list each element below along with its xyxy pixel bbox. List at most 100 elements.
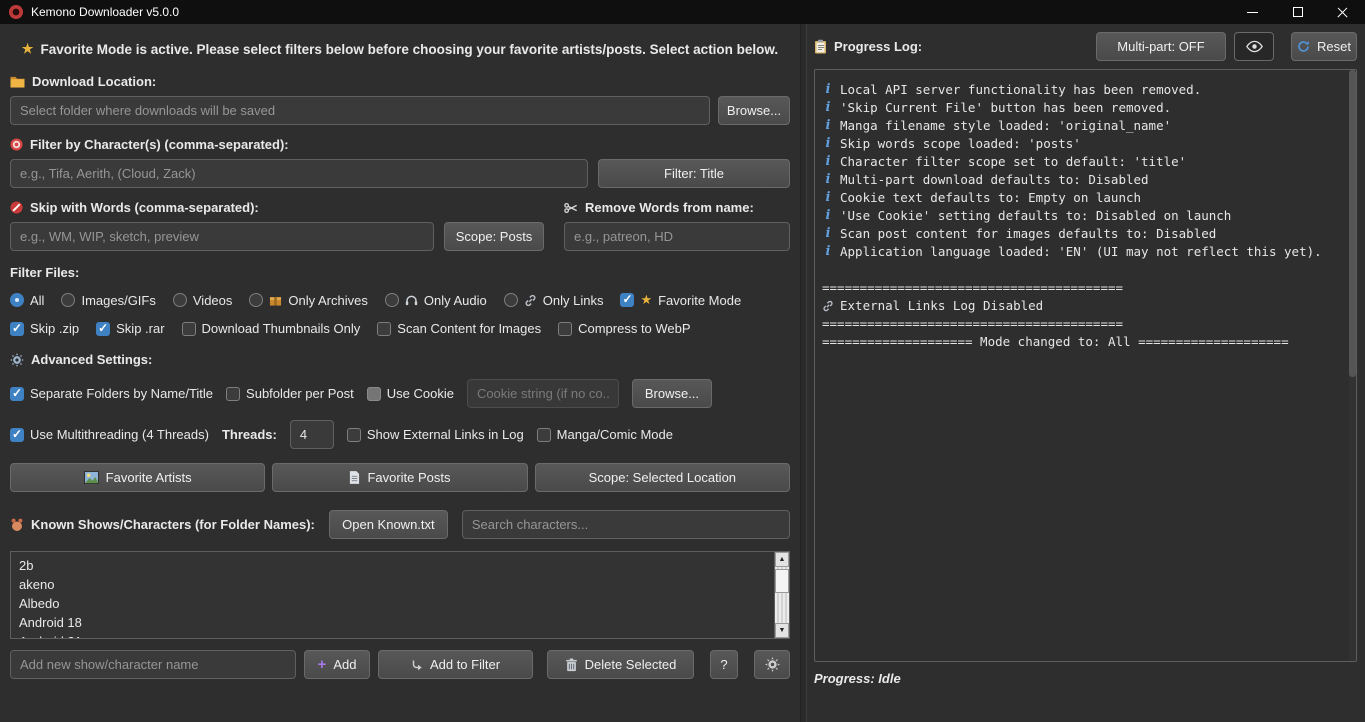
radio-only-archives[interactable]: Only Archives bbox=[249, 293, 367, 308]
log-line: i'Skip Current File' button has been rem… bbox=[822, 99, 1349, 117]
log-line: iLocal API server functionality has been… bbox=[822, 81, 1349, 99]
checkbox-icon bbox=[537, 428, 551, 442]
favorite-posts-button[interactable]: Favorite Posts bbox=[272, 463, 527, 492]
character-filter-scope-button[interactable]: Filter: Title bbox=[598, 159, 790, 188]
character-filter-input[interactable] bbox=[10, 159, 588, 188]
log-scroll-thumb[interactable] bbox=[1349, 70, 1356, 377]
minimize-button[interactable] bbox=[1230, 0, 1275, 24]
checkbox-show-external-links[interactable]: Show External Links in Log bbox=[347, 427, 524, 442]
list-item[interactable]: 2b bbox=[19, 556, 774, 575]
list-item[interactable]: Android 21 bbox=[19, 632, 774, 638]
advanced-settings-label: Advanced Settings: bbox=[10, 352, 790, 367]
list-item[interactable]: Albedo bbox=[19, 594, 774, 613]
checkbox-icon bbox=[558, 322, 572, 336]
checkbox-manga-mode[interactable]: Manga/Comic Mode bbox=[537, 427, 673, 442]
link-icon bbox=[524, 294, 537, 307]
arrow-down-right-icon bbox=[411, 659, 423, 671]
search-characters-input[interactable] bbox=[462, 510, 790, 539]
radio-icon bbox=[173, 293, 187, 307]
restore-button[interactable] bbox=[1275, 0, 1320, 24]
scope-selected-location-button[interactable]: Scope: Selected Location bbox=[535, 463, 790, 492]
clipboard-icon bbox=[814, 39, 827, 54]
log-line: iApplication language loaded: 'EN' (UI m… bbox=[822, 243, 1349, 261]
open-known-txt-button[interactable]: Open Known.txt bbox=[329, 510, 448, 539]
checkbox-skip-zip[interactable]: Skip .zip bbox=[10, 321, 79, 336]
radio-images-gifs[interactable]: Images/GIFs bbox=[61, 293, 155, 308]
list-item[interactable]: akeno bbox=[19, 575, 774, 594]
threads-input[interactable] bbox=[290, 420, 334, 449]
character-filter-icon bbox=[10, 138, 23, 151]
add-to-filter-button[interactable]: Add to Filter bbox=[378, 650, 533, 679]
add-button[interactable]: + Add bbox=[304, 650, 370, 679]
scroll-down-icon[interactable]: ▼ bbox=[775, 623, 789, 638]
checkbox-separate-folders[interactable]: Separate Folders by Name/Title bbox=[10, 386, 213, 401]
checkbox-icon bbox=[367, 387, 381, 401]
log-line: iCharacter filter scope set to default: … bbox=[822, 153, 1349, 171]
app-icon bbox=[9, 5, 23, 19]
download-location-input[interactable] bbox=[10, 96, 710, 125]
checkbox-use-multithreading[interactable]: Use Multithreading (4 Threads) bbox=[10, 427, 209, 442]
radio-only-audio[interactable]: Only Audio bbox=[385, 293, 487, 308]
browse-cookie-button[interactable]: Browse... bbox=[632, 379, 712, 408]
info-icon: i bbox=[822, 243, 834, 261]
radio-icon bbox=[249, 293, 263, 307]
log-scrollbar[interactable] bbox=[1349, 70, 1356, 661]
close-button[interactable] bbox=[1320, 0, 1365, 24]
checkbox-icon bbox=[10, 387, 24, 401]
radio-icon bbox=[10, 293, 24, 307]
info-icon: i bbox=[822, 99, 834, 117]
checkbox-icon bbox=[377, 322, 391, 336]
radio-only-links[interactable]: Only Links bbox=[504, 293, 604, 308]
favorite-artists-button[interactable]: Favorite Artists bbox=[10, 463, 265, 492]
checkbox-download-thumbnails[interactable]: Download Thumbnails Only bbox=[182, 321, 361, 336]
checkbox-skip-rar[interactable]: Skip .rar bbox=[96, 321, 164, 336]
settings-panel: ★ Favorite Mode is active. Please select… bbox=[0, 24, 800, 722]
skip-scope-button[interactable]: Scope: Posts bbox=[444, 222, 544, 251]
scroll-thumb[interactable] bbox=[775, 569, 789, 593]
list-scrollbar[interactable]: ▲ ▼ bbox=[774, 552, 789, 638]
star-icon: ★ bbox=[22, 41, 34, 57]
checkbox-icon bbox=[226, 387, 240, 401]
folder-icon bbox=[10, 75, 25, 88]
checkbox-icon bbox=[10, 322, 24, 336]
delete-selected-button[interactable]: Delete Selected bbox=[547, 650, 694, 679]
checkbox-subfolder-per-post[interactable]: Subfolder per Post bbox=[226, 386, 354, 401]
settings-button[interactable] bbox=[754, 650, 790, 679]
checkbox-use-cookie[interactable]: Use Cookie bbox=[367, 386, 454, 401]
radio-all[interactable]: All bbox=[10, 293, 44, 308]
progress-panel: Progress Log: Multi-part: OFF Reset iLoc… bbox=[807, 24, 1365, 722]
radio-icon bbox=[61, 293, 75, 307]
log-line: iSkip words scope loaded: 'posts' bbox=[822, 135, 1349, 153]
panel-splitter[interactable] bbox=[800, 24, 807, 722]
download-location-label: Download Location: bbox=[10, 74, 790, 89]
file-filter-checkboxes: Skip .zip Skip .rar Download Thumbnails … bbox=[10, 321, 790, 336]
checkbox-scan-content[interactable]: Scan Content for Images bbox=[377, 321, 541, 336]
scroll-track[interactable] bbox=[775, 567, 789, 623]
add-character-input[interactable] bbox=[10, 650, 296, 679]
star-icon: ★ bbox=[640, 292, 652, 308]
checkbox-icon bbox=[182, 322, 196, 336]
eye-toggle-button[interactable] bbox=[1234, 32, 1274, 61]
picture-icon bbox=[84, 471, 99, 484]
browse-download-button[interactable]: Browse... bbox=[718, 96, 790, 125]
reset-button[interactable]: Reset bbox=[1291, 32, 1357, 61]
help-button[interactable]: ? bbox=[710, 650, 738, 679]
log-line bbox=[822, 261, 1349, 279]
info-icon: i bbox=[822, 153, 834, 171]
list-item[interactable]: Android 18 bbox=[19, 613, 774, 632]
eye-icon bbox=[1246, 40, 1263, 53]
checkbox-favorite-mode[interactable]: ★ Favorite Mode bbox=[620, 292, 741, 308]
radio-videos[interactable]: Videos bbox=[173, 293, 233, 308]
progress-log[interactable]: iLocal API server functionality has been… bbox=[814, 69, 1357, 662]
known-characters-label: Known Shows/Characters (for Folder Names… bbox=[10, 517, 315, 532]
checkbox-icon bbox=[620, 293, 634, 307]
scroll-up-icon[interactable]: ▲ bbox=[775, 552, 789, 567]
titlebar: Kemono Downloader v5.0.0 bbox=[0, 0, 1365, 24]
remove-words-input[interactable] bbox=[564, 222, 790, 251]
known-characters-list[interactable]: 2b akeno Albedo Android 18 Android 21 ▲ … bbox=[10, 551, 790, 639]
skip-words-input[interactable] bbox=[10, 222, 434, 251]
cookie-string-input[interactable] bbox=[467, 379, 619, 408]
multipart-toggle-button[interactable]: Multi-part: OFF bbox=[1096, 32, 1226, 61]
checkbox-compress-webp[interactable]: Compress to WebP bbox=[558, 321, 690, 336]
restore-icon bbox=[1293, 7, 1303, 17]
